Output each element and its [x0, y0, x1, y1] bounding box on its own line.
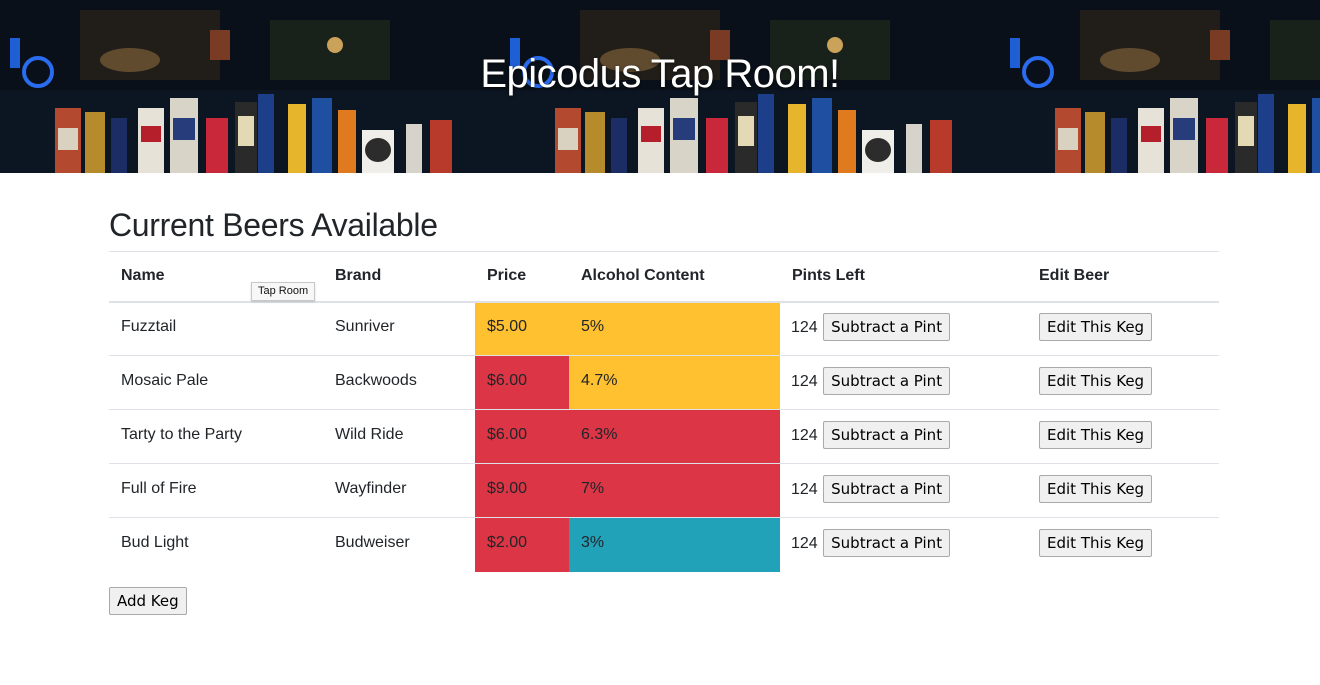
beer-abv: 7% — [569, 463, 780, 518]
table-row: Fuzztail Sunriver $5.00 5% 124 Subtract … — [109, 301, 1219, 356]
pints-left-cell: 124 Subtract a Pint — [780, 355, 1027, 410]
page-title: Epicodus Tap Room! — [480, 52, 840, 96]
beer-price: $5.00 — [475, 301, 569, 356]
header-banner: Epicodus Tap Room! — [0, 0, 1320, 173]
pints-left-cell: 124 Subtract a Pint — [780, 517, 1027, 572]
column-header-pints-left: Pints Left — [780, 251, 1027, 303]
section-heading: Current Beers Available — [109, 207, 438, 243]
pints-left-count: 124 — [791, 319, 818, 337]
pints-left-count: 124 — [791, 480, 818, 498]
beer-brand: Wayfinder — [323, 463, 475, 518]
column-header-edit-beer: Edit Beer — [1027, 251, 1219, 303]
beer-abv: 3% — [569, 517, 780, 572]
beer-price: $6.00 — [475, 409, 569, 464]
table-row: Full of Fire Wayfinder $9.00 7% 124 Subt… — [109, 463, 1219, 518]
edit-beer-cell: Edit This Keg — [1027, 409, 1219, 464]
edit-beer-cell: Edit This Keg — [1027, 517, 1219, 572]
subtract-pint-button[interactable]: Subtract a Pint — [823, 421, 951, 449]
beer-abv: 5% — [569, 301, 780, 356]
pints-left-cell: 124 Subtract a Pint — [780, 302, 1027, 356]
edit-keg-button[interactable]: Edit This Keg — [1039, 421, 1153, 449]
edit-beer-cell: Edit This Keg — [1027, 355, 1219, 410]
beer-price: $2.00 — [475, 517, 569, 572]
pints-left-count: 124 — [791, 426, 818, 444]
beer-brand: Backwoods — [323, 355, 475, 410]
table-body: Fuzztail Sunriver $5.00 5% 124 Subtract … — [109, 301, 1219, 572]
subtract-pint-button[interactable]: Subtract a Pint — [823, 529, 951, 558]
beer-price: $9.00 — [475, 463, 569, 518]
beer-name: Full of Fire — [109, 463, 323, 518]
subtract-pint-button[interactable]: Subtract a Pint — [823, 367, 951, 395]
main-content: Current Beers Available Name Brand Price… — [109, 173, 1219, 615]
beer-brand: Wild Ride — [323, 409, 475, 464]
beer-name: Fuzztail — [121, 318, 177, 336]
column-header-alcohol-content: Alcohol Content — [569, 251, 780, 303]
subtract-pint-button[interactable]: Subtract a Pint — [823, 475, 951, 503]
tooltip: Tap Room — [251, 282, 316, 301]
edit-keg-button[interactable]: Edit This Keg — [1039, 313, 1153, 342]
beer-name: Tarty to the Party — [109, 409, 323, 464]
edit-keg-button[interactable]: Edit This Keg — [1039, 529, 1153, 558]
pints-left-cell: 124 Subtract a Pint — [780, 463, 1027, 518]
add-keg-button[interactable]: Add Keg — [109, 587, 187, 615]
edit-keg-button[interactable]: Edit This Keg — [1039, 475, 1153, 503]
beer-abv: 4.7% — [569, 355, 780, 410]
beer-name: Bud Light — [109, 517, 323, 572]
beer-price: $6.00 — [475, 355, 569, 410]
edit-beer-cell: Edit This Keg — [1027, 302, 1219, 356]
table-row: Tarty to the Party Wild Ride $6.00 6.3% … — [109, 409, 1219, 464]
subtract-pint-button[interactable]: Subtract a Pint — [823, 313, 951, 342]
beer-brand: Sunriver — [335, 318, 395, 336]
column-header-brand: Brand — [323, 251, 475, 303]
beer-abv: 6.3% — [569, 409, 780, 464]
edit-beer-cell: Edit This Keg — [1027, 463, 1219, 518]
beer-brand: Budweiser — [323, 517, 475, 572]
table-row: Bud Light Budweiser $2.00 3% 124 Subtrac… — [109, 517, 1219, 572]
table-row: Mosaic Pale Backwoods $6.00 4.7% 124 Sub… — [109, 355, 1219, 410]
edit-keg-button[interactable]: Edit This Keg — [1039, 367, 1153, 395]
pints-left-count: 124 — [791, 535, 818, 553]
pints-left-cell: 124 Subtract a Pint — [780, 409, 1027, 464]
pints-left-count: 124 — [791, 372, 818, 390]
column-header-price: Price — [475, 251, 569, 303]
beer-name: Mosaic Pale — [109, 355, 323, 410]
